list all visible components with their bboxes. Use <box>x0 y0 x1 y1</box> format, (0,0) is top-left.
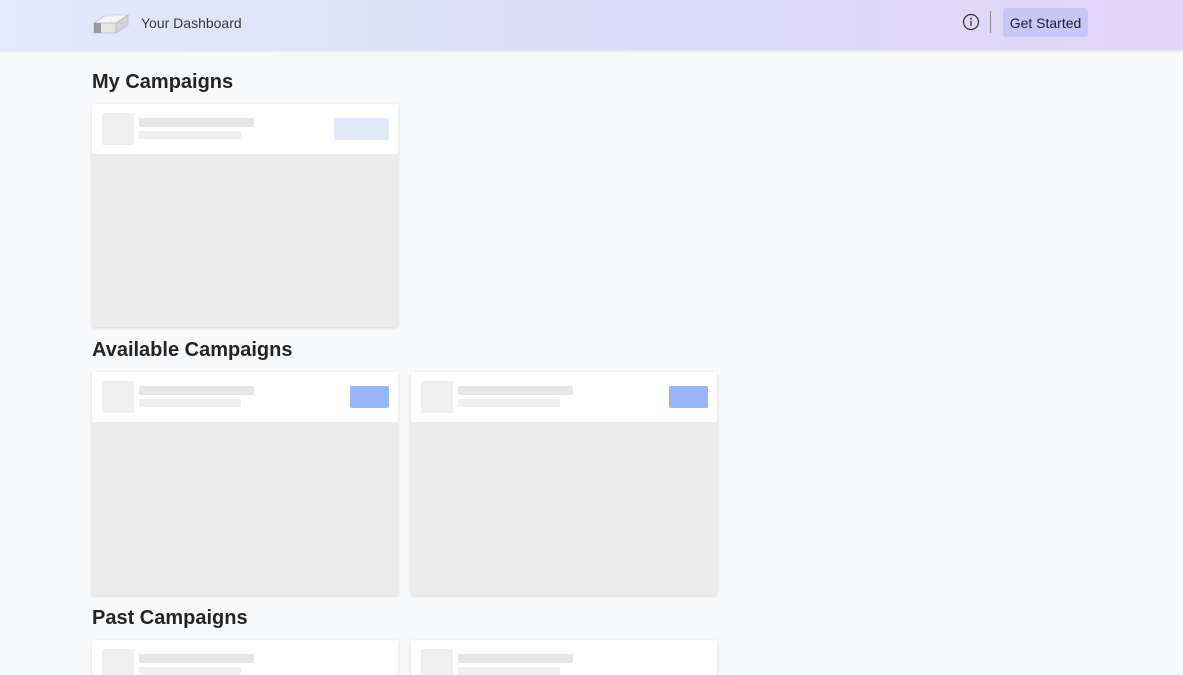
skeleton-title-line <box>139 386 254 395</box>
skeleton-join-button[interactable] <box>669 386 708 408</box>
skeleton-title-line <box>139 118 254 127</box>
skeleton-avatar <box>421 381 453 413</box>
top-bar: Your Dashboard Get Started <box>0 0 1183 50</box>
campaign-card-skeleton[interactable] <box>92 104 398 327</box>
card-header-skeleton <box>411 372 717 422</box>
get-started-button[interactable]: Get Started <box>1003 8 1088 37</box>
header-divider <box>990 11 991 33</box>
past-campaigns-heading: Past Campaigns <box>92 607 248 629</box>
skeleton-action-button[interactable] <box>334 118 389 140</box>
skeleton-title-line <box>139 654 254 663</box>
campaign-card-skeleton[interactable] <box>92 640 398 675</box>
info-circle-icon[interactable] <box>962 13 980 31</box>
skeleton-subtitle-line <box>139 667 241 675</box>
skeleton-title-line <box>458 386 573 395</box>
card-header-skeleton <box>92 372 398 422</box>
campaign-card-skeleton[interactable] <box>411 640 717 675</box>
skeleton-subtitle-line <box>139 131 241 139</box>
eraser-logo-icon[interactable] <box>92 9 130 35</box>
card-header-skeleton <box>92 104 398 154</box>
card-header-skeleton <box>411 640 717 675</box>
skeleton-subtitle-line <box>458 399 560 407</box>
campaign-card-skeleton[interactable] <box>411 372 717 595</box>
skeleton-subtitle-line <box>458 667 560 675</box>
skeleton-card-body <box>92 422 398 595</box>
skeleton-avatar <box>102 649 134 675</box>
my-campaigns-heading: My Campaigns <box>92 71 234 93</box>
card-header-skeleton <box>92 640 398 675</box>
campaign-card-skeleton[interactable] <box>92 372 398 595</box>
skeleton-avatar <box>421 649 453 675</box>
skeleton-card-body <box>92 154 398 327</box>
skeleton-card-body <box>411 422 717 595</box>
skeleton-subtitle-line <box>139 399 241 407</box>
skeleton-avatar <box>102 381 134 413</box>
available-campaigns-heading: Available Campaigns <box>92 339 293 361</box>
skeleton-avatar <box>102 113 134 145</box>
skeleton-title-line <box>458 654 573 663</box>
app-title: Your Dashboard <box>141 15 242 31</box>
skeleton-join-button[interactable] <box>350 386 389 408</box>
